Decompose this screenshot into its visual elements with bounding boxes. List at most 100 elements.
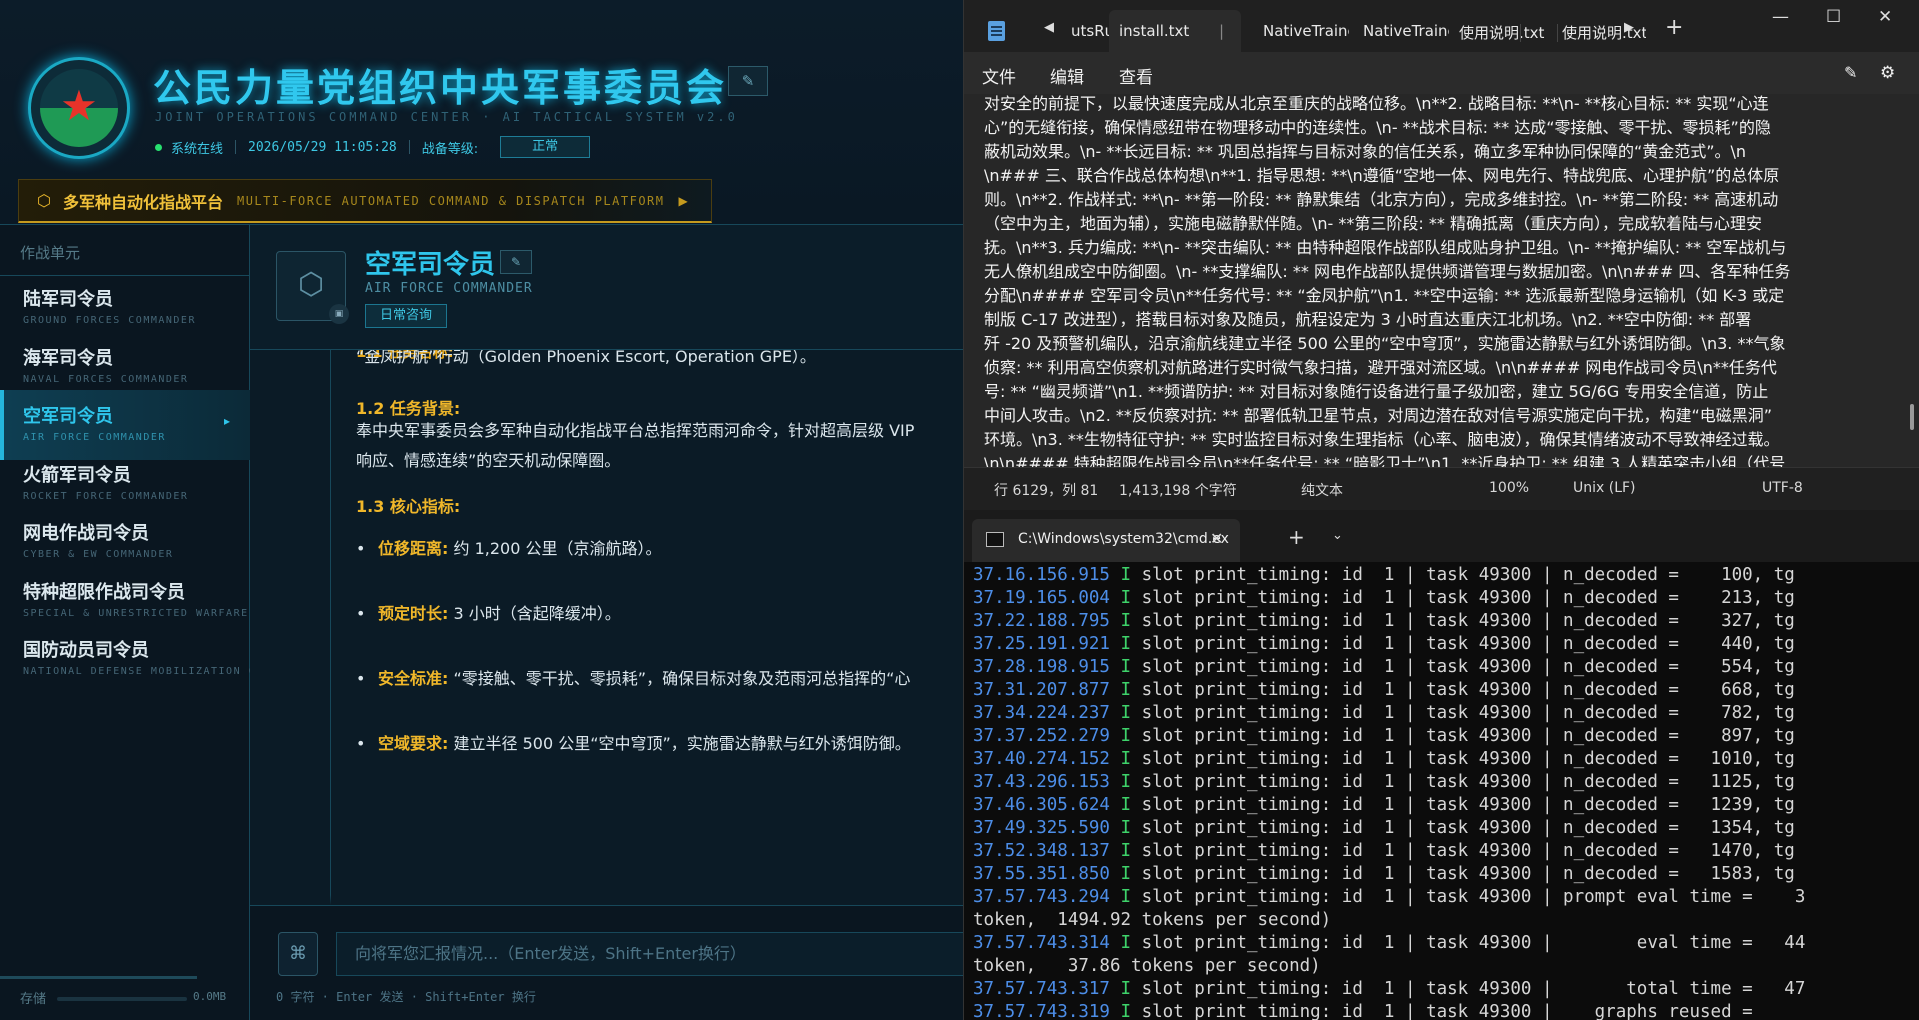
sidebar-item-label: 网电作战司令员 xyxy=(23,523,149,544)
sidebar-item-label: 火箭军司令员 xyxy=(23,464,131,486)
text-line: 对安全的前提下，以最快速度完成从北京至重庆的战略位移。\n**2. 战略目标: … xyxy=(984,94,1769,113)
chevron-right-icon: ▸ xyxy=(223,414,230,428)
log-message: slot print_timing: id 1 | task 49300 | n… xyxy=(1131,749,1795,769)
list-item: • 预定时长: 3 小时（含起降缓冲）。 xyxy=(356,604,621,623)
message-input[interactable]: 向将军您汇报情况...（Enter发送，Shift+Enter换行） xyxy=(336,932,963,976)
log-message: slot print_timing: id 1 | task 49300 | n… xyxy=(1131,611,1795,631)
terminal-line: 37.28.198.915 I slot print_timing: id 1 … xyxy=(973,656,1795,679)
line-ending[interactable]: Unix (LF) xyxy=(1573,480,1636,496)
close-icon[interactable]: ✕ xyxy=(1210,529,1223,548)
sidebar-item-label: 陆军司令员 xyxy=(23,289,113,310)
timestamp: 37.31.207.877 xyxy=(973,680,1110,700)
log-message: slot print_timing: id 1 | task 49300 | n… xyxy=(1131,565,1795,585)
menu-view[interactable]: 查看 xyxy=(1119,63,1153,88)
commander-en: AIR FORCE COMMANDER xyxy=(365,281,533,296)
log-message: slot print_timing: id 1 | task 49300 | n… xyxy=(1131,864,1795,884)
sidebar-item-sublabel: AIR FORCE COMMANDER xyxy=(23,432,166,443)
op-name: “金凤护航”行动（Golden Phoenix Escort, Operatio… xyxy=(356,350,816,366)
tab-scroll-right-icon[interactable]: ▶ xyxy=(1624,20,1634,35)
terminal-line: 37.57.743.314 I slot print_timing: id 1 … xyxy=(973,932,1805,955)
minimize-icon[interactable]: — xyxy=(1772,7,1789,27)
timestamp: 37.57.743.294 xyxy=(973,887,1110,907)
app-title: 公民力量党组织中央军事委员会 xyxy=(153,66,728,110)
chevron-down-icon[interactable]: ⌄ xyxy=(1332,528,1343,543)
timestamp: 37.43.296.153 xyxy=(973,772,1110,792)
new-tab-icon[interactable]: + xyxy=(1665,15,1683,40)
mode-tag[interactable]: 日常咨询 xyxy=(365,304,447,328)
online-status: 系统在线 xyxy=(171,141,224,157)
close-icon[interactable]: ✕ xyxy=(1878,7,1892,27)
storage-bar xyxy=(57,997,187,1001)
text-line: 环境。\n3. **生物特征守护: ** 实时监控目标对象生理指标（心率、脑电波… xyxy=(984,430,1780,449)
new-tab-icon[interactable]: + xyxy=(1288,525,1305,549)
terminal-line: 37.37.252.279 I slot print_timing: id 1 … xyxy=(973,725,1795,748)
log-message: slot print_timing: id 1 | task 49300 | t… xyxy=(1131,979,1806,999)
tab-file[interactable]: utsRι xyxy=(1071,22,1111,44)
notepad-window: ◀ utsRι install.txt | NativeTrainer Nati… xyxy=(963,0,1919,510)
notepad-icon xyxy=(988,21,1005,41)
sidebar: 作战单元 陆军司令员 GROUND FORCES COMMANDER 海军司令员 NA… xyxy=(0,225,250,1020)
text-line: （空中为主，地面为辅），实施电磁静默伴随。\n- **第三阶段: ** 精确抵离… xyxy=(984,214,1762,233)
sidebar-heading: 作战单元 xyxy=(20,244,81,262)
text-line: 则。\n**2. 作战样式: **\n- **第一阶段: ** 静默集结（北京方… xyxy=(984,190,1779,209)
commander-name: 空军司令员 xyxy=(365,250,496,280)
platform-banner: ⬡ 多军种自动化指战平台 MULTI-FORCE AUTOMATED COMMA… xyxy=(18,179,712,223)
timestamp: 37.46.305.624 xyxy=(973,795,1110,815)
pencil-icon[interactable]: ✎ xyxy=(728,66,768,96)
gear-icon[interactable]: ⚙ xyxy=(1880,63,1895,83)
tab-file[interactable]: NativeTrainer xyxy=(1363,22,1449,44)
terminal-tab-bar: C:\Windows\system32\cmd.ex ✕ + ⌄ xyxy=(964,510,1919,562)
sidebar-item[interactable]: 国防动员司令员 NATIONAL DEFENSE MOBILIZATION C xyxy=(0,624,250,694)
terminal-output[interactable]: 37.16.156.915 I slot print_timing: id 1 … xyxy=(964,562,1919,1020)
app-header: ★ 公民力量党组织中央军事委员会 ✎ JOINT OPERATIONS COMM… xyxy=(0,0,963,225)
list-item: • 安全标准: “零接触、零干扰、零损耗”，确保目标对象及范雨河总指挥的“心 xyxy=(356,669,911,688)
app-subtitle: JOINT OPERATIONS COMMAND CENTER · AI TAC… xyxy=(155,110,738,124)
terminal-window: C:\Windows\system32\cmd.ex ✕ + ⌄ 37.16.1… xyxy=(963,510,1919,1020)
terminal-line: token, 1494.92 tokens per second) xyxy=(973,909,1331,932)
encoding[interactable]: UTF-8 xyxy=(1762,480,1803,496)
online-dot-icon xyxy=(155,143,162,151)
timestamp: 37.37.252.279 xyxy=(973,726,1110,746)
clip-icon[interactable]: ⌘ xyxy=(278,932,318,976)
terminal-tab[interactable]: C:\Windows\system32\cmd.ex ✕ xyxy=(972,519,1240,562)
notepad-text-area[interactable]: 对安全的前提下，以最快速度完成从北京至重庆的战略位移。\n**2. 战略目标: … xyxy=(964,94,1919,467)
log-message: slot print_timing: id 1 | task 49300 | n… xyxy=(1131,680,1795,700)
file-format: 纯文本 xyxy=(1301,483,1343,499)
terminal-line: 37.55.351.850 I slot print_timing: id 1 … xyxy=(973,863,1795,886)
readiness-label: 战备等级: xyxy=(421,141,479,157)
commander-header: ⬡ ▣ 空军司令员 ✎ AIR FORCE COMMANDER 日常咨询 xyxy=(250,225,963,350)
log-level: I xyxy=(1120,749,1132,769)
text-line: 号: ** “幽灵频谱”\n1. **频谱防护: ** 对目标对象随行设备进行量… xyxy=(984,382,1769,401)
tab-scroll-left-icon[interactable]: ◀ xyxy=(1044,20,1054,35)
copilot-icon[interactable]: ✎ xyxy=(1844,63,1857,82)
timestamp: 37.57.743.317 xyxy=(973,979,1110,999)
log-message: slot print_timing: id 1 | task 49300 | n… xyxy=(1131,772,1795,792)
sidebar-item-label: 空军司令员 xyxy=(23,406,113,427)
tab-file[interactable]: NativeTrainer xyxy=(1263,22,1349,44)
menu-edit[interactable]: 编辑 xyxy=(1050,63,1084,88)
scrollbar[interactable] xyxy=(1910,404,1914,430)
banner-arrow-icon: ▶ xyxy=(678,193,688,208)
terminal-line: 37.34.224.237 I slot print_timing: id 1 … xyxy=(973,702,1795,725)
sidebar-item-label: 特种超限作战司令员 xyxy=(23,581,185,603)
log-level: I xyxy=(1120,703,1132,723)
log-level: I xyxy=(1120,979,1132,999)
text-line: 蔽机动效果。\n- **长远目标: ** 巩固总指挥与目标对象的信任关系，确立多… xyxy=(984,142,1747,161)
timestamp: 37.19.165.004 xyxy=(973,588,1110,608)
terminal-line: 37.43.296.153 I slot print_timing: id 1 … xyxy=(973,771,1795,794)
datetime: 2026/05/29 11:05:28 xyxy=(248,139,397,155)
timestamp: 37.52.348.137 xyxy=(973,841,1110,861)
sidebar-item-sublabel: SPECIAL & UNRESTRICTED WARFARE xyxy=(23,607,249,619)
input-hint: 0 字符 · Enter 发送 · Shift+Enter 换行 xyxy=(276,990,536,1004)
log-message: slot print_timing: id 1 | task 49300 | e… xyxy=(1131,933,1806,953)
char-count: 1,413,198 个字符 xyxy=(1119,483,1237,499)
storage-value: 0.0MB xyxy=(193,990,227,1003)
text-line: 中间人攻击。\n2. **反侦察对抗: ** 部署低轨卫星节点，对周边潜在敌对信… xyxy=(984,406,1773,425)
pencil-icon[interactable]: ✎ xyxy=(500,250,532,274)
maximize-icon[interactable]: ☐ xyxy=(1826,7,1841,27)
timestamp: 37.57.743.319 xyxy=(973,1002,1110,1020)
zoom-level[interactable]: 100% xyxy=(1489,480,1529,496)
hexagon-icon: ⬡ ▣ xyxy=(276,251,349,324)
log-level: I xyxy=(1120,841,1132,861)
menu-file[interactable]: 文件 xyxy=(982,63,1016,88)
